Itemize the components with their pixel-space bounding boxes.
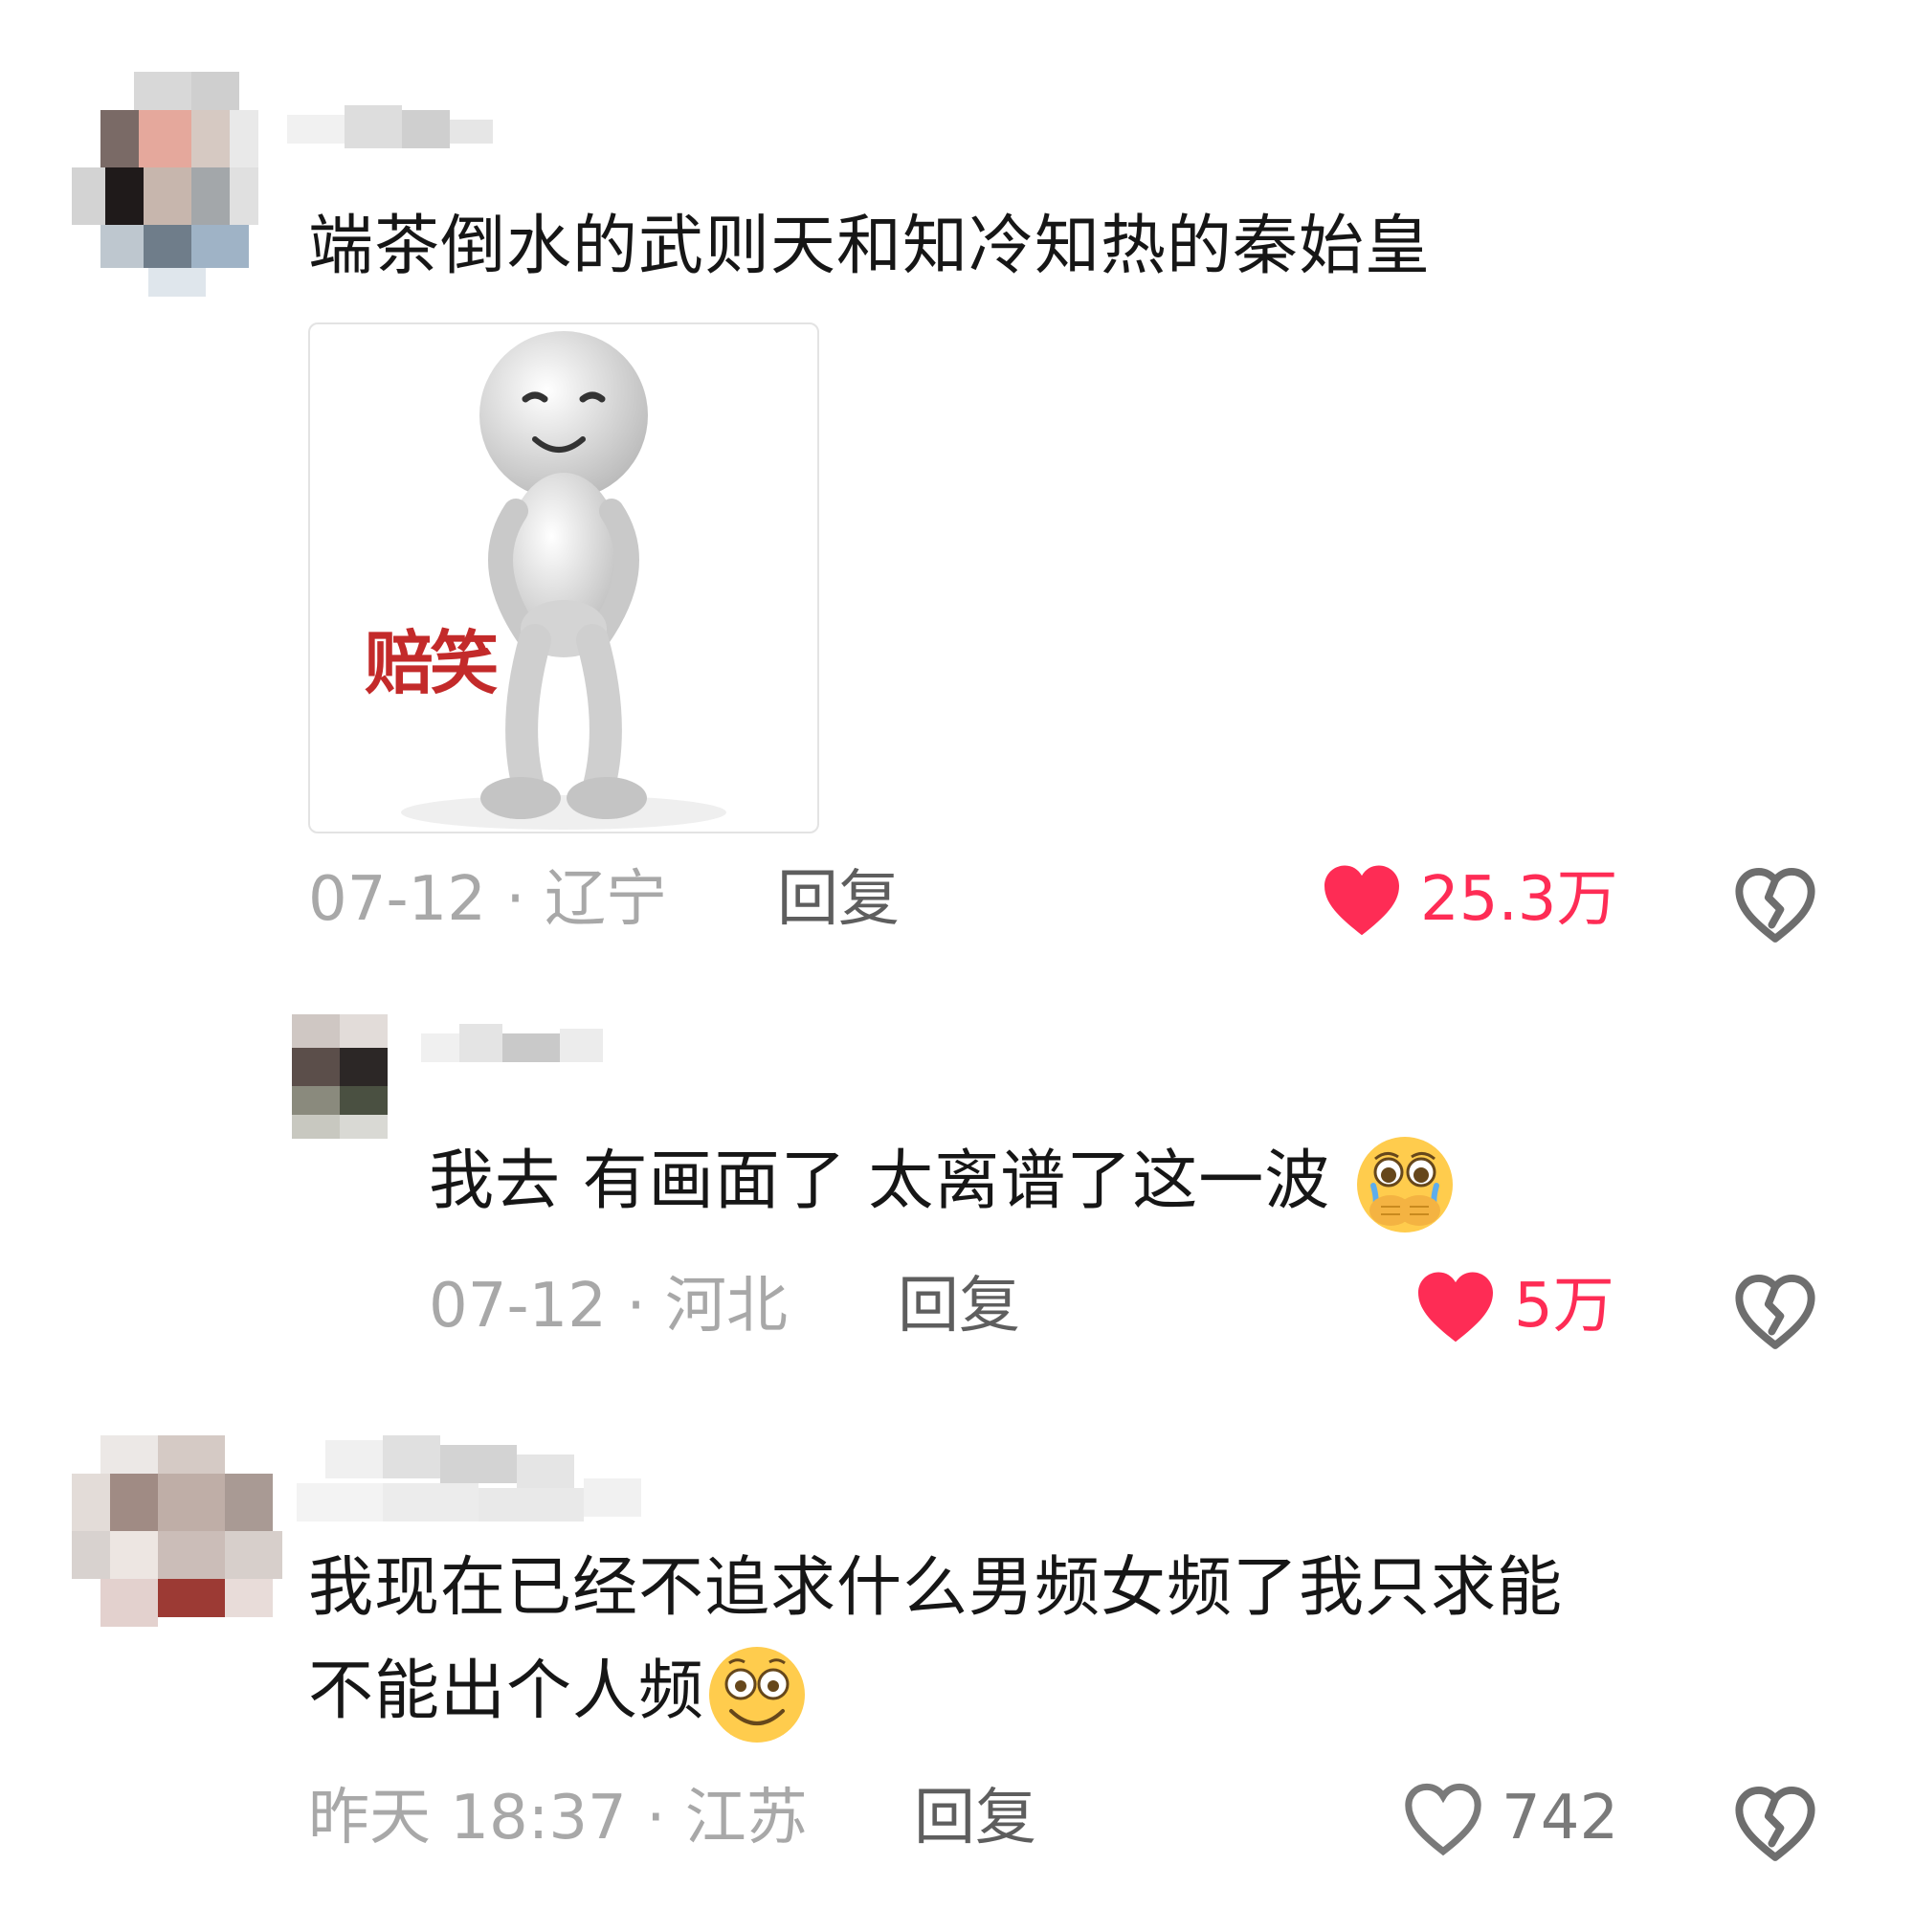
username-blurred[interactable] xyxy=(287,105,517,163)
grinning-wide-eyes-emoji xyxy=(709,1647,806,1743)
comment-text: 端茶倒水的武则天和知冷知热的秦始皇 xyxy=(308,209,1432,284)
sticker-image[interactable]: 赔笑 xyxy=(308,322,819,833)
username-blurred[interactable] xyxy=(297,1435,651,1526)
comment-meta: 07-12 · 辽宁 xyxy=(308,864,667,935)
reply-text-content: 我去 有画面了 太离谱了这一波 xyxy=(429,1144,1331,1219)
stickman-figure xyxy=(401,331,726,830)
like-count: 25.3万 xyxy=(1420,864,1618,935)
like-button[interactable]: 25.3万 xyxy=(1321,861,1618,938)
heart-icon xyxy=(1418,1272,1493,1343)
broken-heart-icon[interactable] xyxy=(1734,1785,1816,1861)
broken-heart-icon[interactable] xyxy=(1734,866,1816,943)
reply-username-blurred[interactable] xyxy=(421,1019,612,1077)
comment-text-line2: 不能出个人频 xyxy=(308,1639,810,1747)
sticker-caption: 赔笑 xyxy=(365,623,499,703)
avatar[interactable] xyxy=(72,1435,292,1627)
comment-text-line2-content: 不能出个人频 xyxy=(308,1654,705,1729)
like-button[interactable]: 5万 xyxy=(1414,1268,1614,1344)
like-count: 742 xyxy=(1502,1783,1619,1854)
comment-text-line1: 我现在已经不追求什么男频女频了我只求能 xyxy=(308,1550,1564,1626)
like-button[interactable]: 742 xyxy=(1402,1780,1618,1856)
reply-button[interactable]: 回复 xyxy=(777,861,900,938)
comment-meta: 昨天 18:37 · 江苏 xyxy=(308,1783,808,1854)
heart-outline-icon xyxy=(1405,1783,1481,1855)
heart-icon xyxy=(1324,865,1399,936)
reply-text: 我去 有画面了 太离谱了这一波 xyxy=(429,1129,1458,1237)
reply-button[interactable]: 回复 xyxy=(898,1268,1020,1344)
reply-button[interactable]: 回复 xyxy=(914,1780,1036,1856)
broken-heart-icon[interactable] xyxy=(1734,1273,1816,1349)
avatar[interactable] xyxy=(72,72,263,297)
crying-hands-over-mouth-emoji xyxy=(1356,1137,1453,1233)
reply-avatar[interactable] xyxy=(292,1014,388,1139)
reply-meta: 07-12 · 河北 xyxy=(429,1271,788,1342)
like-count: 5万 xyxy=(1514,1271,1614,1342)
